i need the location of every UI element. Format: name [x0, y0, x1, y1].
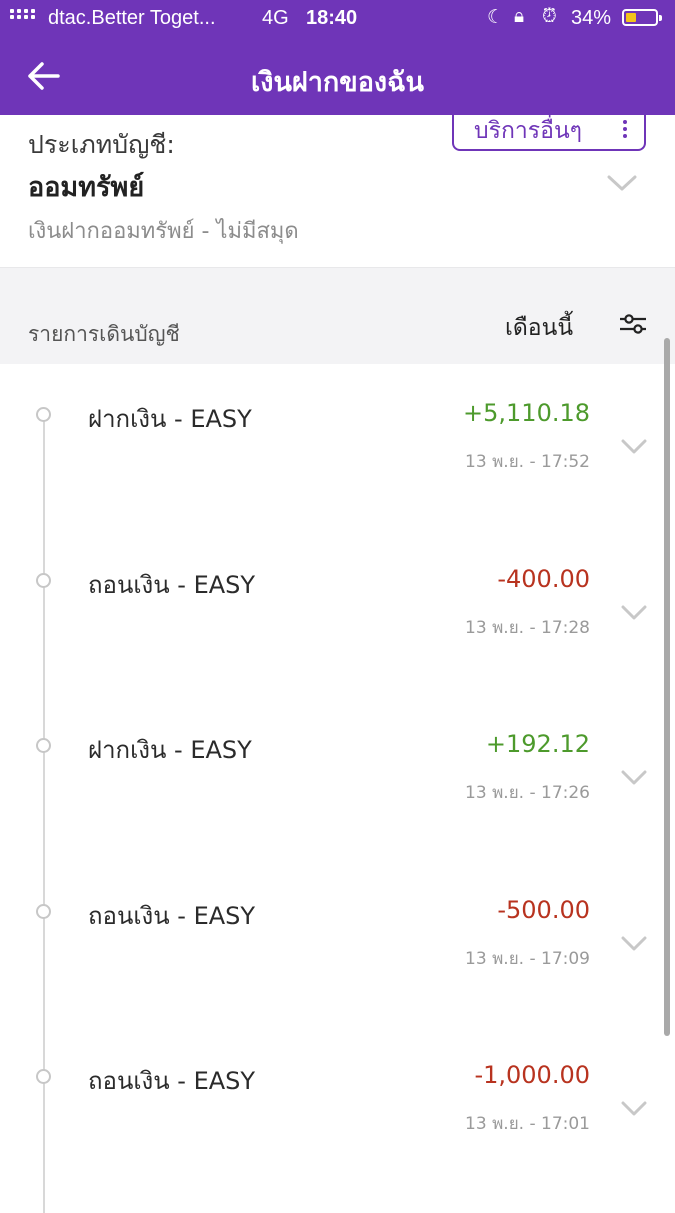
- transaction-amount: -400.00: [497, 565, 590, 593]
- transaction-name: ถอนเงิน - EASY: [88, 571, 256, 599]
- chevron-down-icon[interactable]: [620, 1100, 648, 1118]
- transaction-amount: -500.00: [497, 896, 590, 924]
- transaction-amount: -1,000.00: [474, 1061, 590, 1089]
- transaction-row[interactable]: ฝากเงิน - EASY +5,110.18 13 พ.ย. - 17:52: [0, 363, 660, 529]
- filter-sliders-icon[interactable]: [618, 312, 648, 336]
- transaction-name: ฝากเงิน - EASY: [88, 736, 252, 764]
- clock: 18:40: [306, 7, 358, 29]
- transaction-date: 13 พ.ย. - 17:28: [465, 618, 590, 638]
- battery-icon: [622, 9, 662, 26]
- statement-title: รายการเดินบัญชี: [28, 322, 180, 346]
- rotation-lock-icon: 🔒︎: [514, 6, 525, 27]
- transaction-amount: +192.12: [485, 730, 590, 758]
- page-title: เงินฝากของฉัน: [251, 67, 424, 98]
- transaction-date: 13 พ.ย. - 17:26: [465, 783, 590, 803]
- scrollbar[interactable]: [664, 338, 670, 1036]
- statement-header: รายการเดินบัญชี เดือนนี้: [0, 267, 675, 364]
- alarm-icon: ⏰︎: [542, 6, 557, 27]
- chevron-down-icon[interactable]: [606, 173, 638, 193]
- other-services-label: บริการอื่นๆ: [474, 118, 583, 144]
- status-bar: dtac.Better Toget... 4G 18:40 ☾ 🔒︎ ⏰︎ 34…: [0, 0, 675, 38]
- carrier-name: dtac.Better Toget...: [48, 7, 216, 29]
- account-selector[interactable]: ประเภทบัญชี: บริการอื่นๆ ออมทรัพย์ เงินฝ…: [0, 115, 675, 267]
- timeline-dot: [36, 904, 51, 919]
- timeline-dot: [36, 573, 51, 588]
- chevron-down-icon[interactable]: [620, 769, 648, 787]
- transaction-row[interactable]: ถอนเงิน - EASY -500.00 13 พ.ย. - 17:09: [0, 860, 660, 1026]
- transaction-name: ถอนเงิน - EASY: [88, 1067, 256, 1095]
- account-type: ออมทรัพย์: [28, 172, 145, 203]
- other-services-button[interactable]: บริการอื่นๆ: [452, 115, 646, 151]
- account-type-label: ประเภทบัญชี:: [28, 130, 175, 159]
- account-subtype: เงินฝากออมทรัพย์ - ไม่มีสมุด: [28, 219, 299, 244]
- chevron-down-icon[interactable]: [620, 438, 648, 456]
- signal-icon: [10, 9, 35, 19]
- timeline-dot: [36, 1069, 51, 1084]
- network-type: 4G: [262, 7, 289, 29]
- transaction-row[interactable]: ถอนเงิน - EASY -400.00 13 พ.ย. - 17:28: [0, 529, 660, 695]
- timeline-dot: [36, 407, 51, 422]
- more-vertical-icon: [623, 120, 627, 138]
- transaction-row[interactable]: ถอนเงิน - EASY -1,000.00 13 พ.ย. - 17:01: [0, 1025, 660, 1191]
- app-header: dtac.Better Toget... 4G 18:40 ☾ 🔒︎ ⏰︎ 34…: [0, 0, 675, 115]
- transaction-amount: +5,110.18: [463, 399, 590, 427]
- transaction-date: 13 พ.ย. - 17:09: [465, 949, 590, 969]
- chevron-down-icon[interactable]: [620, 604, 648, 622]
- battery-percent: 34%: [571, 7, 612, 29]
- timeline-dot: [36, 738, 51, 753]
- transaction-name: ถอนเงิน - EASY: [88, 902, 256, 930]
- transaction-name: ฝากเงิน - EASY: [88, 405, 252, 433]
- chevron-down-icon[interactable]: [620, 935, 648, 953]
- transaction-row[interactable]: ฝากเงิน - EASY +192.12 13 พ.ย. - 17:26: [0, 694, 660, 860]
- period-filter[interactable]: เดือนนี้: [505, 310, 573, 346]
- transaction-date: 13 พ.ย. - 17:52: [465, 452, 590, 472]
- transaction-date: 13 พ.ย. - 17:01: [465, 1114, 590, 1134]
- moon-icon: ☾: [487, 7, 505, 28]
- transaction-list[interactable]: ฝากเงิน - EASY +5,110.18 13 พ.ย. - 17:52…: [0, 363, 675, 1213]
